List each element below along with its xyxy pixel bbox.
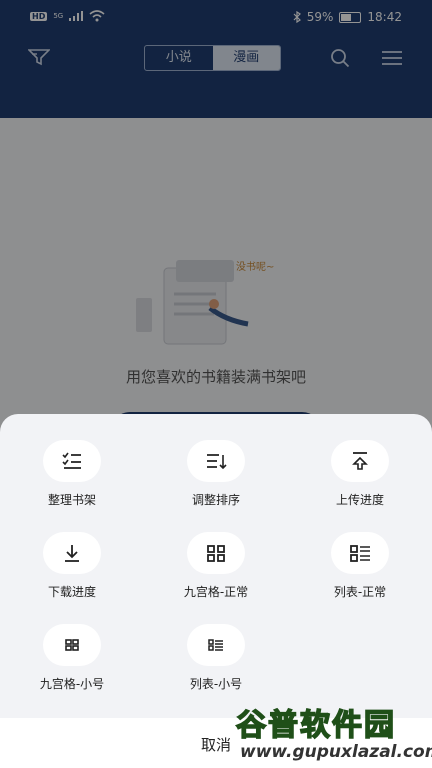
menu-item-download[interactable]: 下载进度 [0, 532, 144, 600]
menu-item-label: 列表-小号 [189, 677, 243, 691]
menu-item-label: 九宫格-正常 [183, 585, 249, 599]
menu-item-list-normal[interactable]: 列表-正常 [288, 532, 432, 600]
menu-item-label: 九宫格-小号 [39, 677, 105, 691]
menu-item-label: 上传进度 [335, 493, 384, 507]
menu-item-sort[interactable]: 调整排序 [144, 440, 288, 508]
menu-item-upload[interactable]: 上传进度 [288, 440, 432, 508]
watermark-url: www.gupuxlazal.com [240, 742, 432, 762]
sort-check-icon [62, 452, 81, 469]
list-small-icon [208, 639, 223, 651]
menu-item-label: 列表-正常 [333, 585, 387, 599]
grid-icon [207, 545, 225, 562]
menu-item-label: 整理书架 [47, 493, 96, 507]
menu-item-list-small[interactable]: 列表-小号 [144, 624, 288, 692]
menu-item-grid-small[interactable]: 九宫格-小号 [0, 624, 144, 692]
download-icon [65, 545, 79, 562]
menu-item-organize[interactable]: 整理书架 [0, 440, 144, 508]
menu-item-label: 调整排序 [191, 493, 240, 507]
list-icon [350, 545, 370, 562]
menu-item-grid-normal[interactable]: 九宫格-正常 [144, 532, 288, 600]
watermark-title: 谷普软件园 [235, 707, 396, 744]
sort-down-icon [207, 454, 227, 470]
upload-icon [352, 452, 368, 470]
menu-item-label: 下载进度 [47, 585, 96, 599]
grid-small-icon [65, 639, 79, 651]
site-watermark: 谷普软件园 www.gupuxlazal.com [235, 700, 432, 768]
